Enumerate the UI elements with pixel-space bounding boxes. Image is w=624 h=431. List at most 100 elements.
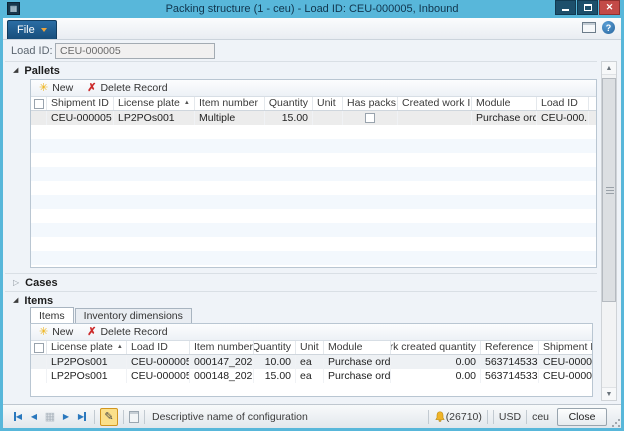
resize-grip[interactable] (611, 418, 620, 427)
column-header-license-plate[interactable]: License plate▲ (47, 341, 127, 354)
record-navigation: ◀ ◀ ▦ ▶ ▶ (11, 410, 89, 424)
chevron-down-icon (41, 28, 47, 32)
items-tabs: Items Inventory dimensions (30, 308, 193, 323)
shipment-id-cell: CEU-000005 (539, 369, 592, 383)
sort-asc-icon: ▲ (117, 341, 123, 354)
last-record-button[interactable]: ▶ (75, 410, 89, 424)
vertical-scrollbar[interactable]: ▲ ▼ (601, 61, 617, 401)
paste-icon[interactable] (129, 411, 139, 423)
new-button-label: New (52, 82, 73, 94)
column-header-unit[interactable]: Unit (296, 341, 324, 354)
file-menu-button[interactable]: File (7, 20, 57, 39)
close-window-button[interactable]: ✕ (599, 0, 620, 15)
column-header-has-packs[interactable]: Has packs (343, 97, 398, 110)
notification-bell-icon[interactable] (434, 411, 446, 423)
scrollbar-thumb[interactable] (602, 78, 616, 302)
items-row[interactable]: LP2POs001 CEU-000005 000148_202 15.00 ea… (31, 369, 592, 383)
company-indicator[interactable]: ceu (532, 411, 549, 423)
new-button[interactable]: ✳ New (39, 82, 73, 94)
maximize-button[interactable] (577, 0, 598, 15)
tab-inventory-dimensions[interactable]: Inventory dimensions (75, 308, 192, 323)
column-header-quantity[interactable]: Quantity (265, 97, 313, 110)
checkbox-icon (34, 343, 44, 353)
delete-record-button[interactable]: ✗ Delete Record (87, 326, 167, 338)
item-number-cell: 000148_202 (190, 369, 254, 383)
document-icon[interactable] (582, 22, 596, 33)
module-cell: Purchase order (324, 369, 391, 383)
column-header-item-number[interactable]: Item number (190, 341, 254, 354)
notification-count[interactable]: (26710) (446, 411, 482, 423)
new-button-label: New (52, 326, 73, 338)
grid-view-button[interactable]: ▦ (43, 410, 57, 424)
section-title: Cases (25, 277, 57, 289)
minimize-button[interactable] (555, 0, 576, 15)
column-header-reference[interactable]: Reference (481, 341, 539, 354)
column-header-shipment-id[interactable]: Shipment ID (539, 341, 592, 354)
license-plate-cell: LP2POs001 (47, 369, 127, 383)
column-header-load-id[interactable]: Load ID (127, 341, 190, 354)
delete-record-button[interactable]: ✗ Delete Record (87, 82, 167, 94)
titlebar[interactable]: ▦ Packing structure (1 - ceu) - Load ID:… (3, 0, 621, 18)
license-plate-cell: LP2POs001 (47, 355, 127, 369)
close-button[interactable]: Close (557, 408, 607, 426)
column-header-module[interactable]: Module (472, 97, 537, 110)
column-header-license-plate[interactable]: License plate▲ (114, 97, 195, 110)
first-record-button[interactable]: ◀ (11, 410, 25, 424)
module-cell: Purchase order (324, 355, 391, 369)
license-plate-cell: LP2POs001 (114, 111, 195, 125)
shipment-id-cell: CEU-000005 (47, 111, 114, 125)
sort-asc-icon: ▲ (184, 97, 190, 110)
item-number-cell: Multiple (195, 111, 265, 125)
items-grid-header: License plate▲ Load ID Item number Quant… (31, 341, 592, 355)
items-row[interactable]: LP2POs001 CEU-000005 000147_202 10.00 ea… (31, 355, 592, 369)
new-icon: ✳ (39, 327, 48, 338)
previous-record-button[interactable]: ◀ (27, 410, 41, 424)
column-header-unit[interactable]: Unit (313, 97, 343, 110)
work-created-quantity-cell: 0.00 (391, 355, 481, 369)
scroll-down-button[interactable]: ▼ (602, 387, 616, 400)
column-header-shipment-id[interactable]: Shipment ID (47, 97, 114, 110)
work-created-quantity-cell: 0.00 (391, 369, 481, 383)
scroll-up-button[interactable]: ▲ (602, 62, 616, 75)
column-header-work-created-quantity[interactable]: Work created quantity (391, 341, 481, 354)
delete-icon: ✗ (87, 83, 96, 94)
load-id-input[interactable]: CEU-000005 (55, 43, 215, 59)
status-text: Descriptive name of configuration (152, 411, 308, 423)
pencil-icon: ✎ (104, 410, 113, 423)
next-record-button[interactable]: ▶ (59, 410, 73, 424)
section-header-items[interactable]: ◢ Items (5, 291, 597, 309)
edit-mode-button[interactable]: ✎ (100, 408, 118, 426)
item-number-cell: 000147_202 (190, 355, 254, 369)
help-icon[interactable]: ? (602, 21, 615, 34)
section-header-cases[interactable]: ▷ Cases (5, 273, 597, 291)
unit-cell: ea (296, 369, 324, 383)
load-id-cell: CEU-000005 (127, 355, 190, 369)
currency-indicator[interactable]: USD (499, 411, 521, 423)
has-packs-checkbox[interactable] (365, 113, 375, 123)
delete-button-label: Delete Record (100, 82, 167, 94)
quantity-cell: 15.00 (254, 369, 296, 383)
statusbar-right: (26710) USD ceu Close (423, 408, 617, 426)
column-header-module[interactable]: Module (324, 341, 391, 354)
column-header-item-number[interactable]: Item number (195, 97, 265, 110)
new-icon: ✳ (39, 83, 48, 94)
pallets-row[interactable]: CEU-000005 LP2POs001 Multiple 15.00 Purc… (31, 111, 596, 125)
column-header-load-id[interactable]: Load ID (537, 97, 589, 110)
tab-items[interactable]: Items (30, 307, 74, 323)
packing-structure-window: ▦ Packing structure (1 - ceu) - Load ID:… (0, 0, 624, 431)
menubar-icons: ? (582, 21, 615, 34)
unit-cell (313, 111, 343, 125)
items-panel: ✳ New ✗ Delete Record License plate▲ Loa… (30, 323, 593, 397)
unit-cell: ea (296, 355, 324, 369)
select-all-checkbox[interactable] (31, 97, 47, 110)
load-id-row: Load ID: CEU-000005 (3, 40, 621, 60)
column-header-quantity[interactable]: Quantity (254, 341, 296, 354)
column-header-filler (589, 97, 596, 110)
menubar: File ? (3, 18, 621, 40)
new-button[interactable]: ✳ New (39, 326, 73, 338)
delete-button-label: Delete Record (100, 326, 167, 338)
maximize-icon (584, 4, 592, 11)
select-all-checkbox[interactable] (31, 341, 47, 354)
column-header-created-work-id[interactable]: Created work ID (398, 97, 472, 110)
section-header-pallets[interactable]: ◢ Pallets (5, 61, 597, 79)
